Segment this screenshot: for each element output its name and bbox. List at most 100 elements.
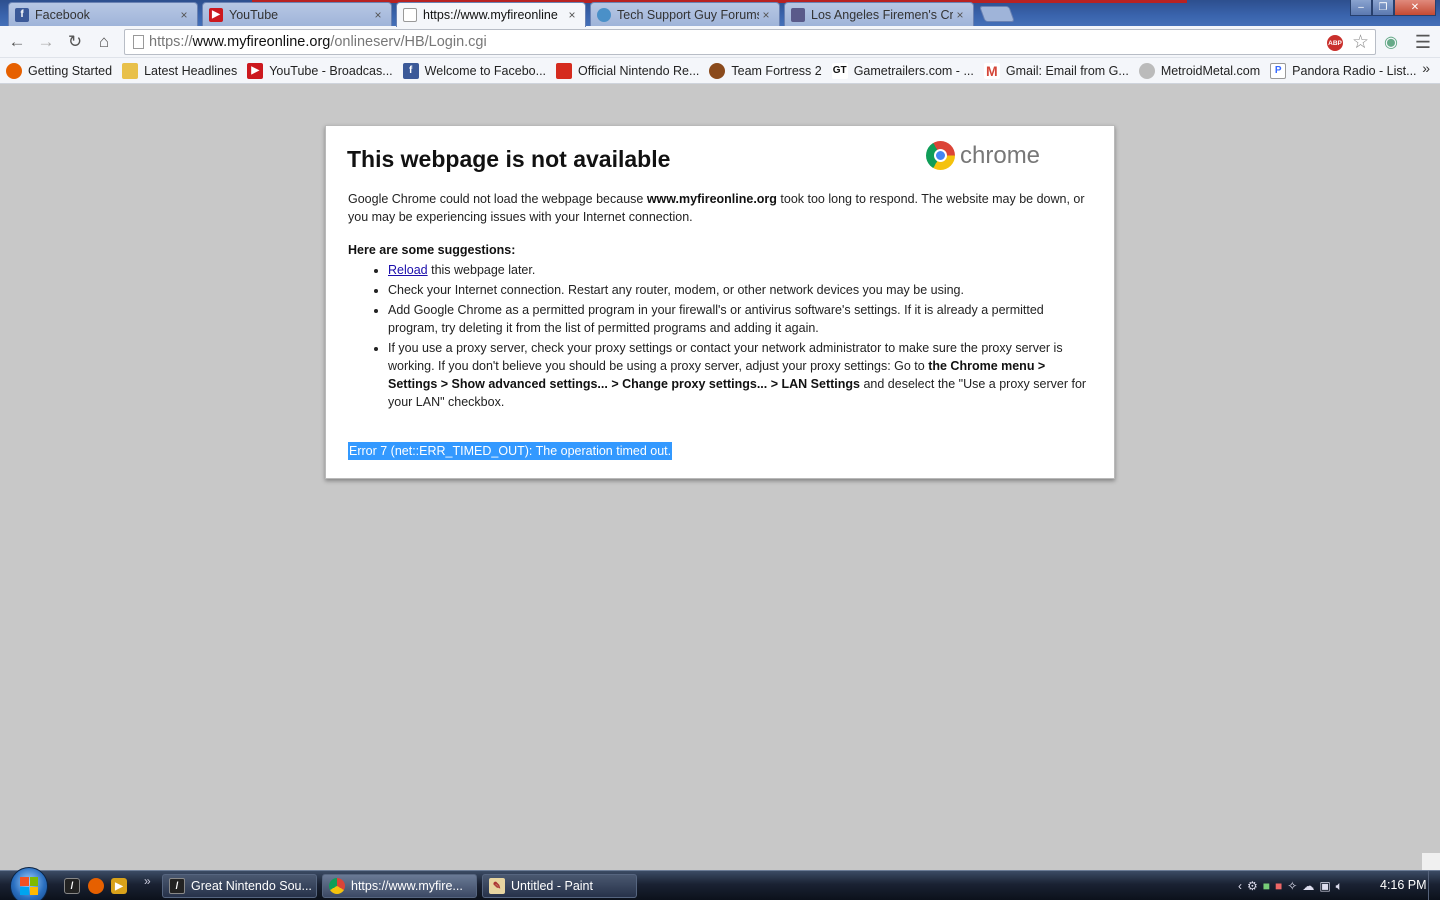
clock[interactable]: 4:16 PM — [1380, 878, 1427, 892]
bookmark-youtube[interactable]: ▶ YouTube - Broadcas... — [247, 62, 393, 79]
pandora-icon: P — [1270, 62, 1287, 79]
error-text: Google Chrome could not load the webpage… — [348, 192, 647, 206]
tray-app-icon[interactable]: ■ — [1275, 879, 1282, 893]
adblock-icon[interactable]: ABP — [1327, 35, 1343, 51]
suggestion-item: Add Google Chrome as a permitted program… — [388, 301, 1092, 337]
foobar-icon: / — [169, 878, 185, 894]
bookmark-gametrailers[interactable]: GT Gametrailers.com - ... — [831, 62, 974, 79]
bookmark-team-fortress[interactable]: Team Fortress 2 — [709, 62, 822, 79]
tab-close-button[interactable]: × — [953, 8, 967, 22]
foobar-icon[interactable]: / — [64, 878, 80, 894]
bookmark-star-icon[interactable]: ☆ — [1352, 31, 1369, 54]
taskbar-item-foobar[interactable]: / Great Nintendo Sou... — [162, 874, 317, 898]
error-host: www.myfireonline.org — [646, 192, 777, 206]
bookmark-nintendo[interactable]: Official Nintendo Re... — [556, 62, 700, 79]
media-player-icon[interactable]: ▶ — [111, 878, 127, 894]
page-icon — [403, 8, 417, 22]
quicklaunch-overflow-button[interactable]: » — [144, 874, 151, 888]
system-tray: ‹ ⚙ ■ ■ ✧ ☁ ▣ 🔈︎ — [1238, 871, 1348, 900]
title-bar: f Facebook × ▶ YouTube × https://www.myf… — [0, 0, 1440, 27]
error-body: Google Chrome could not load the webpage… — [348, 190, 1092, 413]
tab-facebook[interactable]: f Facebook × — [8, 2, 198, 26]
gt-icon: GT — [831, 62, 848, 79]
maximize-button[interactable]: ❐ — [1372, 0, 1394, 16]
bookmark-getting-started[interactable]: Getting Started — [6, 62, 113, 79]
tab-la-firemen[interactable]: Los Angeles Firemen's Cre × — [784, 2, 974, 26]
bookmark-pandora[interactable]: P Pandora Radio - List... — [1270, 62, 1417, 79]
extension-eye-icon[interactable]: ◉ — [1380, 31, 1402, 53]
tab-myfireonline[interactable]: https://www.myfireonline × — [396, 2, 586, 27]
browser-toolbar: ← → ↻ ⌂ https://www.myfireonline.org/onl… — [0, 26, 1440, 58]
bookmark-label: Getting Started — [28, 63, 113, 78]
show-desktop-button[interactable] — [1428, 871, 1440, 900]
network-icon[interactable]: ▣ — [1319, 879, 1330, 893]
bookmark-gmail[interactable]: M Gmail: Email from G... — [983, 62, 1129, 79]
tab-close-button[interactable]: × — [759, 8, 773, 22]
forward-arrow-icon[interactable]: → — [35, 31, 57, 53]
bookmarks-overflow-button[interactable]: » — [1422, 60, 1430, 76]
suggestion-item: Check your Internet connection. Restart … — [388, 281, 1092, 299]
reload-icon[interactable]: ↻ — [64, 31, 86, 53]
paint-icon: ✎ — [489, 878, 505, 894]
home-icon[interactable]: ⌂ — [93, 31, 115, 53]
bookmark-label: Team Fortress 2 — [731, 63, 822, 78]
tray-app-icon[interactable]: ■ — [1263, 879, 1270, 893]
minimize-button[interactable]: – — [1350, 0, 1372, 16]
folder-icon — [122, 62, 139, 79]
bookmark-latest-headlines[interactable]: Latest Headlines — [122, 62, 237, 79]
globe-icon — [597, 7, 611, 22]
window-controls: – ❐ ✕ — [1350, 0, 1436, 16]
url-scheme: https:// — [149, 34, 193, 50]
suggestions-list: Reload this webpage later. Check your In… — [348, 261, 1092, 411]
start-button[interactable] — [10, 867, 48, 900]
gmail-icon: M — [983, 62, 1000, 79]
close-window-button[interactable]: ✕ — [1394, 0, 1436, 16]
bookmark-label: Pandora Radio - List... — [1292, 63, 1417, 78]
tab-youtube[interactable]: ▶ YouTube × — [202, 2, 392, 26]
task-label: Untitled - Paint — [511, 879, 593, 893]
steam-icon[interactable]: ⚙ — [1247, 879, 1258, 893]
bookmarks-bar: Getting Started Latest Headlines ▶ YouTu… — [0, 58, 1440, 84]
error-code-selected: Error 7 (net::ERR_TIMED_OUT): The operat… — [348, 442, 673, 460]
taskbar-item-paint[interactable]: ✎ Untitled - Paint — [482, 874, 637, 898]
address-bar[interactable]: https://www.myfireonline.org/onlineserv/… — [124, 29, 1376, 55]
error-box: This webpage is not available chrome Goo… — [325, 125, 1115, 479]
tab-label: Los Angeles Firemen's Cre — [811, 7, 953, 22]
tab-tech-support-guy[interactable]: Tech Support Guy Forums × — [590, 2, 780, 26]
firefox-icon[interactable] — [88, 878, 104, 894]
task-label: https://www.myfire... — [351, 879, 463, 893]
tab-close-button[interactable]: × — [565, 8, 579, 22]
gear-icon — [1138, 62, 1155, 79]
back-arrow-icon[interactable]: ← — [6, 31, 28, 53]
bookmark-label: Gametrailers.com - ... — [853, 63, 974, 78]
task-label: Great Nintendo Sou... — [191, 879, 312, 893]
tab-label: Facebook — [35, 7, 90, 22]
tab-label: YouTube — [229, 7, 279, 22]
tab-close-button[interactable]: × — [177, 8, 191, 22]
bookmark-metroidmetal[interactable]: MetroidMetal.com — [1138, 62, 1260, 79]
youtube-icon: ▶ — [247, 62, 264, 79]
tab-close-button[interactable]: × — [371, 8, 385, 22]
youtube-icon: ▶ — [209, 7, 223, 22]
chrome-menu-icon[interactable]: ☰ — [1412, 31, 1434, 53]
taskbar-item-chrome[interactable]: https://www.myfire... — [322, 874, 477, 898]
bookmark-label: Welcome to Facebo... — [424, 63, 547, 78]
reload-link[interactable]: Reload — [388, 263, 428, 277]
site-icon — [791, 7, 805, 22]
windows-logo-icon — [20, 877, 38, 895]
volume-icon[interactable]: 🔈︎ — [1336, 879, 1343, 894]
firefox-icon — [6, 62, 22, 79]
tf2-icon — [709, 62, 726, 79]
page-content: This webpage is not available chrome Goo… — [0, 85, 1440, 870]
tray-app-icon[interactable]: ✧ — [1287, 879, 1297, 893]
tray-expand-button[interactable]: ‹ — [1238, 879, 1242, 893]
tray-app-icon[interactable]: ☁ — [1302, 879, 1314, 893]
bookmark-facebook[interactable]: f Welcome to Facebo... — [402, 62, 547, 79]
facebook-icon: f — [402, 62, 419, 79]
bookmark-label: Official Nintendo Re... — [578, 63, 700, 78]
tab-label: Tech Support Guy Forums — [617, 7, 759, 22]
suggestion-item: If you use a proxy server, check your pr… — [388, 339, 1092, 411]
bookmark-label: Gmail: Email from G... — [1005, 63, 1129, 78]
url-path: /onlineserv/HB/Login.cgi — [330, 34, 487, 50]
new-tab-button[interactable] — [979, 6, 1015, 22]
